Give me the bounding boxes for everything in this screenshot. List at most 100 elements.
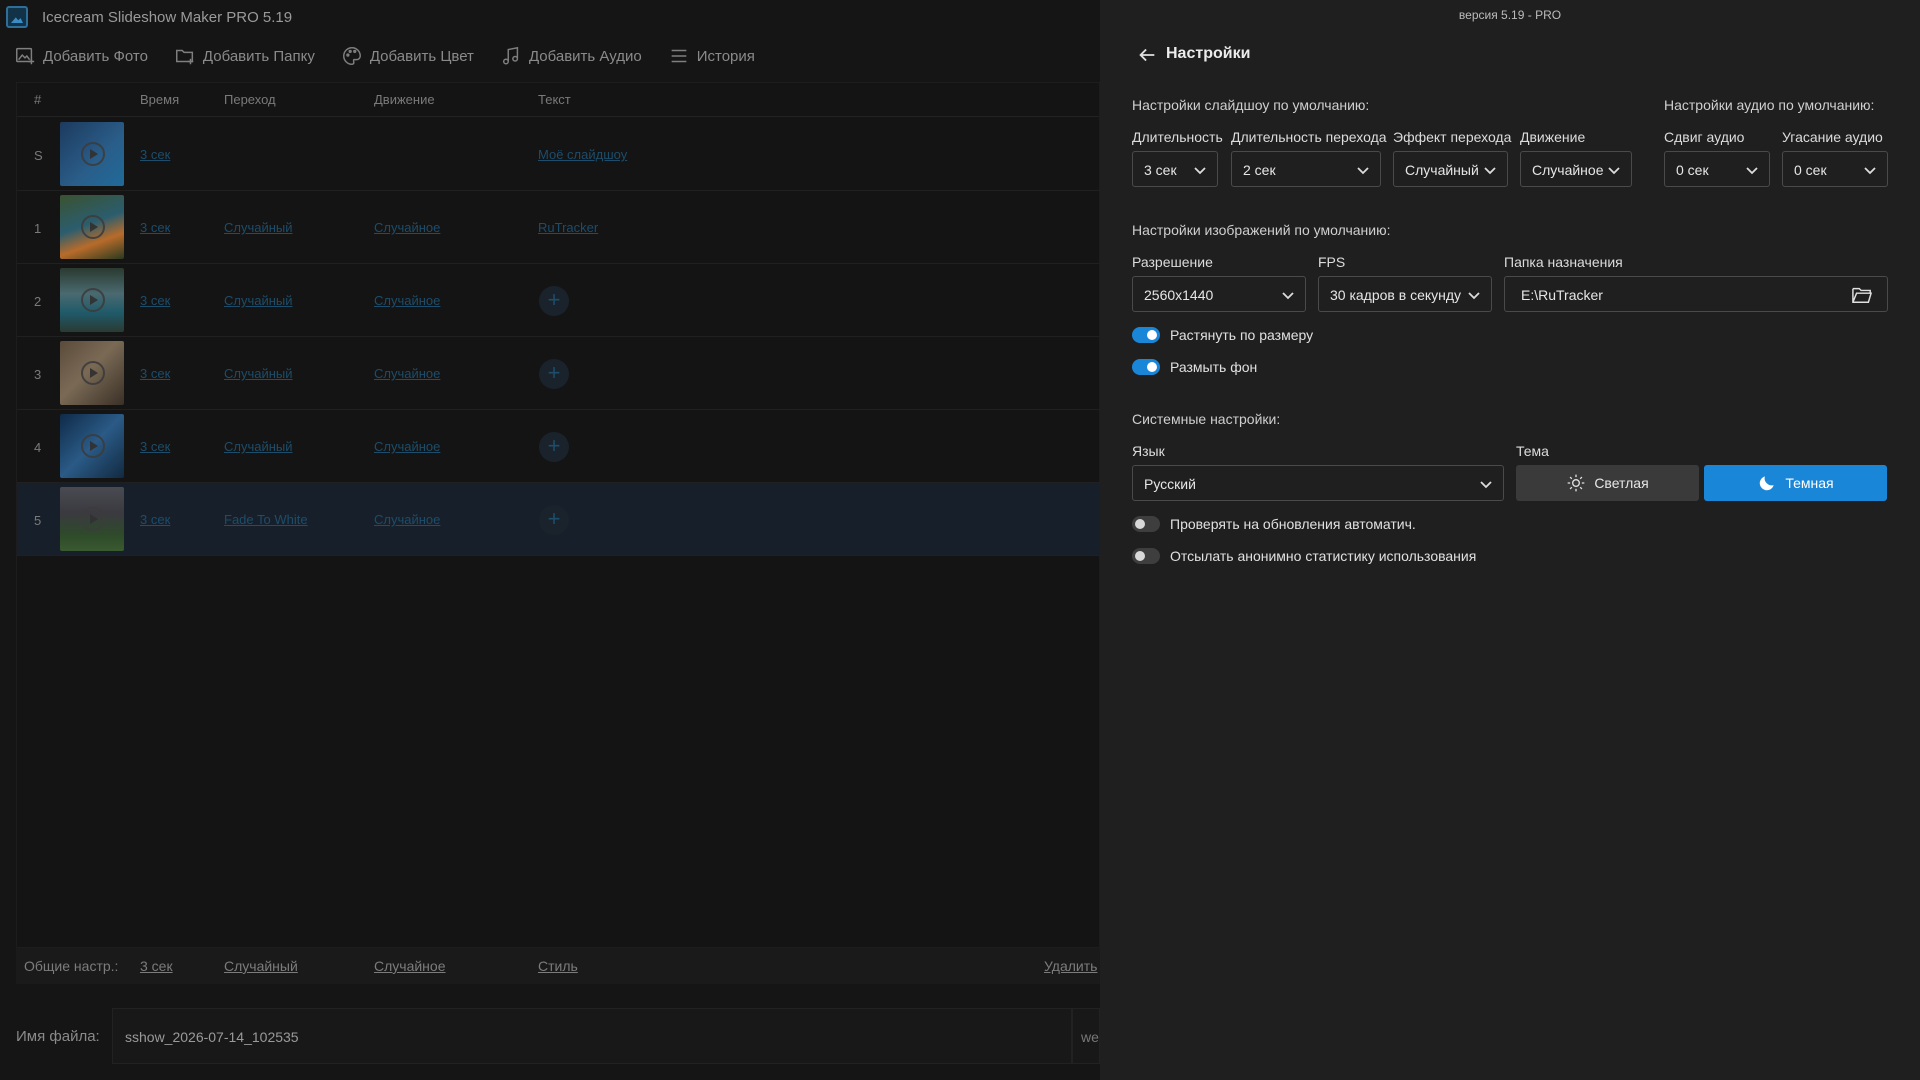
add-folder-button[interactable]: Добавить Папку <box>174 45 315 67</box>
play-icon[interactable] <box>81 142 105 166</box>
play-icon[interactable] <box>81 434 105 458</box>
general-transition-link[interactable]: Случайный <box>224 958 298 974</box>
row-time-link[interactable]: 3 сек <box>140 366 170 381</box>
add-color-button[interactable]: Добавить Цвет <box>341 45 474 67</box>
row-time-link[interactable]: 3 сек <box>140 220 170 235</box>
add-photo-label: Добавить Фото <box>43 47 148 65</box>
music-note-icon <box>502 46 519 65</box>
add-photo-icon <box>16 47 35 65</box>
transition-duration-select[interactable]: 2 сек <box>1231 151 1381 187</box>
play-icon[interactable] <box>81 215 105 239</box>
row-number: 2 <box>34 294 42 309</box>
slideshow-defaults-heading: Настройки слайдшоу по умолчанию: <box>1132 97 1370 113</box>
language-select[interactable]: Русский <box>1132 465 1504 501</box>
table-row[interactable]: 3 3 сек Случайный Случайное + <box>17 337 1101 410</box>
row-time-link[interactable]: 3 сек <box>140 439 170 454</box>
folder-open-icon[interactable] <box>1851 285 1873 305</box>
row-transition-link[interactable]: Случайный <box>224 293 293 308</box>
add-photo-button[interactable]: Добавить Фото <box>14 45 148 67</box>
motion-select[interactable]: Случайное <box>1520 151 1632 187</box>
duration-select[interactable]: 3 сек <box>1132 151 1218 187</box>
row-number: S <box>34 148 43 163</box>
theme-dark-button[interactable]: Темная <box>1704 465 1887 501</box>
resolution-label: Разрешение <box>1132 254 1213 270</box>
filename-input[interactable]: sshow_2026-07-14_102535 <box>112 1008 1072 1064</box>
theme-light-button[interactable]: Светлая <box>1516 465 1699 501</box>
fps-select[interactable]: 30 кадров в секунду <box>1318 276 1492 312</box>
chevron-down-icon <box>1356 163 1370 177</box>
row-transition-link[interactable]: Случайный <box>224 366 293 381</box>
row-time-link[interactable]: 3 сек <box>140 293 170 308</box>
duration-value: 3 сек <box>1144 162 1177 178</box>
general-time-link[interactable]: 3 сек <box>140 958 173 974</box>
stretch-label: Растянуть по размеру <box>1170 327 1314 343</box>
row-motion-link[interactable]: Случайное <box>374 439 440 454</box>
back-button[interactable] <box>1136 44 1158 66</box>
auto-update-label: Проверять на обновления автоматич. <box>1170 516 1416 532</box>
row-text-link[interactable]: RuTracker <box>538 220 598 235</box>
row-number: 4 <box>34 440 42 455</box>
table-row[interactable]: 1 3 сек Случайный Случайное RuTracker <box>17 191 1101 264</box>
table-row[interactable]: 2 3 сек Случайный Случайное + <box>17 264 1101 337</box>
general-motion-link[interactable]: Случайное <box>374 958 445 974</box>
add-audio-button[interactable]: Добавить Аудио <box>500 45 642 67</box>
palette-icon <box>342 47 361 65</box>
col-motion-header: Движение <box>374 92 435 107</box>
style-link[interactable]: Стиль <box>538 958 578 974</box>
add-text-button[interactable]: + <box>539 286 569 316</box>
auto-update-toggle-row: Проверять на обновления автоматич. <box>1132 516 1416 532</box>
chevron-down-icon <box>1745 163 1759 177</box>
delete-link[interactable]: Удалить <box>1044 958 1097 974</box>
usage-stats-label: Отсылать анонимно статистику использован… <box>1170 548 1477 564</box>
transition-duration-label: Длительность перехода <box>1231 129 1387 145</box>
destination-folder-field[interactable]: E:\RuTracker <box>1504 276 1888 312</box>
language-label: Язык <box>1132 443 1165 459</box>
play-icon[interactable] <box>81 361 105 385</box>
col-text-header: Текст <box>538 92 571 107</box>
table-row[interactable]: 4 3 сек Случайный Случайное + <box>17 410 1101 483</box>
main-window: Icecream Slideshow Maker PRO 5.19 Добави… <box>0 0 1101 1080</box>
row-transition-link[interactable]: Случайный <box>224 439 293 454</box>
play-icon[interactable] <box>81 288 105 312</box>
blur-toggle-row: Размыть фон <box>1132 359 1257 375</box>
col-time-header: Время <box>140 92 180 107</box>
blur-background-toggle[interactable] <box>1132 359 1160 375</box>
title-bar: Icecream Slideshow Maker PRO 5.19 <box>0 0 1100 34</box>
audio-shift-select[interactable]: 0 сек <box>1664 151 1770 187</box>
resolution-select[interactable]: 2560x1440 <box>1132 276 1306 312</box>
audio-fade-value: 0 сек <box>1794 162 1827 178</box>
col-num-header: # <box>34 92 42 107</box>
row-motion-link[interactable]: Случайное <box>374 366 440 381</box>
file-extension-field[interactable]: we <box>1072 1008 1100 1064</box>
add-text-button[interactable]: + <box>539 359 569 389</box>
add-text-button[interactable]: + <box>539 505 569 535</box>
row-motion-link[interactable]: Случайное <box>374 512 440 527</box>
add-text-button[interactable]: + <box>539 432 569 462</box>
row-motion-link[interactable]: Случайное <box>374 293 440 308</box>
table-row[interactable]: S 3 сек Моё слайдшоу <box>17 118 1101 191</box>
history-button[interactable]: История <box>668 45 755 67</box>
audio-fade-select[interactable]: 0 сек <box>1782 151 1888 187</box>
table-header: # Время Переход Движение Текст <box>17 83 1099 117</box>
play-icon[interactable] <box>81 507 105 531</box>
chevron-down-icon <box>1281 288 1295 302</box>
motion-value: Случайное <box>1532 162 1604 178</box>
row-time-link[interactable]: 3 сек <box>140 512 170 527</box>
row-transition-link[interactable]: Случайный <box>224 220 293 235</box>
row-text-link[interactable]: Моё слайдшоу <box>538 147 627 162</box>
transition-effect-select[interactable]: Случайный <box>1393 151 1508 187</box>
destination-folder-label: Папка назначения <box>1504 254 1623 270</box>
table-row[interactable]: 5 3 сек Fade To White Случайное + <box>17 483 1101 556</box>
audio-defaults-heading: Настройки аудио по умолчанию: <box>1664 97 1875 113</box>
add-color-label: Добавить Цвет <box>369 47 474 65</box>
chevron-down-icon <box>1483 163 1497 177</box>
row-motion-link[interactable]: Случайное <box>374 220 440 235</box>
auto-update-toggle[interactable] <box>1132 516 1160 532</box>
chevron-down-icon <box>1607 163 1621 177</box>
row-transition-link[interactable]: Fade To White <box>224 512 308 527</box>
stretch-toggle[interactable] <box>1132 327 1160 343</box>
row-time-link[interactable]: 3 сек <box>140 147 170 162</box>
usage-stats-toggle[interactable] <box>1132 548 1160 564</box>
system-settings-heading: Системные настройки: <box>1132 411 1281 427</box>
transition-effect-label: Эффект перехода <box>1393 129 1512 145</box>
